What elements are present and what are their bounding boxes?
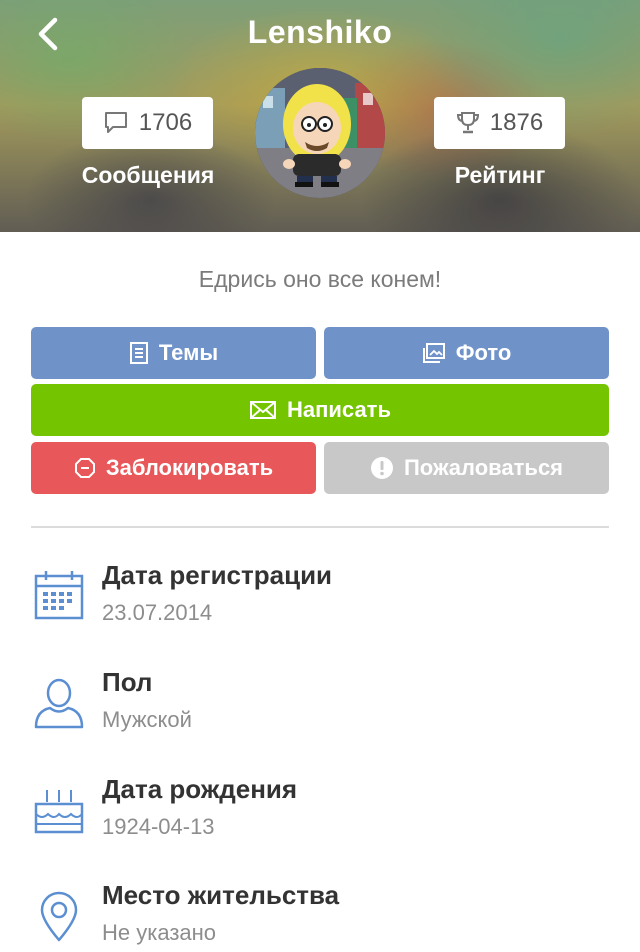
birthday-cake-icon bbox=[34, 790, 84, 834]
info-title: Пол bbox=[102, 667, 153, 697]
envelope-icon bbox=[250, 401, 276, 419]
trophy-icon bbox=[456, 112, 479, 134]
info-value: Не указано bbox=[102, 920, 217, 945]
alert-circle-icon bbox=[370, 457, 393, 479]
profile-header: Lenshiko 1706 Сообщения 1876 Рейтинг bbox=[0, 0, 640, 232]
avatar-image bbox=[255, 68, 385, 198]
info-title: Дата регистрации bbox=[102, 560, 333, 590]
info-row-location: Место жительства Не указано bbox=[0, 880, 640, 952]
report-button-label: Пожаловаться bbox=[403, 455, 564, 480]
block-button[interactable]: Заблокировать bbox=[31, 442, 316, 494]
rating-count: 1876 bbox=[489, 109, 544, 136]
image-icon bbox=[422, 343, 445, 363]
page-title: Lenshiko bbox=[247, 14, 393, 50]
rating-label: Рейтинг bbox=[454, 162, 546, 188]
write-button-label: Написать bbox=[287, 397, 391, 422]
photo-button-label: Фото bbox=[455, 340, 512, 365]
info-value: 1924-04-13 bbox=[102, 814, 215, 839]
rating-count-button[interactable]: 1876 bbox=[434, 97, 565, 149]
info-title: Дата рождения bbox=[102, 774, 298, 804]
report-button[interactable]: Пожаловаться bbox=[324, 442, 609, 494]
profile-status: Едрись оно все конем! bbox=[198, 266, 442, 292]
messages-label: Сообщения bbox=[81, 162, 215, 188]
user-icon bbox=[34, 678, 84, 729]
info-value: 23.07.2014 bbox=[102, 600, 213, 625]
block-button-label: Заблокировать bbox=[105, 455, 274, 480]
info-row-gender: Пол Мужской bbox=[0, 667, 640, 767]
location-pin-icon bbox=[40, 891, 78, 942]
divider bbox=[31, 526, 609, 528]
info-row-birthday: Дата рождения 1924-04-13 bbox=[0, 774, 640, 874]
info-value: Мужской bbox=[102, 707, 192, 732]
topics-button[interactable]: Темы bbox=[31, 327, 316, 379]
photo-button[interactable]: Фото bbox=[324, 327, 609, 379]
block-octagon-icon bbox=[74, 458, 95, 478]
messages-count: 1706 bbox=[138, 109, 193, 136]
messages-count-button[interactable]: 1706 bbox=[82, 97, 213, 149]
calendar-icon bbox=[34, 571, 84, 620]
document-icon bbox=[129, 342, 148, 364]
avatar[interactable] bbox=[255, 68, 385, 198]
info-row-registration: Дата регистрации 23.07.2014 bbox=[0, 560, 640, 660]
comment-icon bbox=[104, 112, 127, 133]
info-title: Место жительства bbox=[102, 880, 340, 910]
topics-button-label: Темы bbox=[158, 340, 219, 365]
write-message-button[interactable]: Написать bbox=[31, 384, 609, 436]
